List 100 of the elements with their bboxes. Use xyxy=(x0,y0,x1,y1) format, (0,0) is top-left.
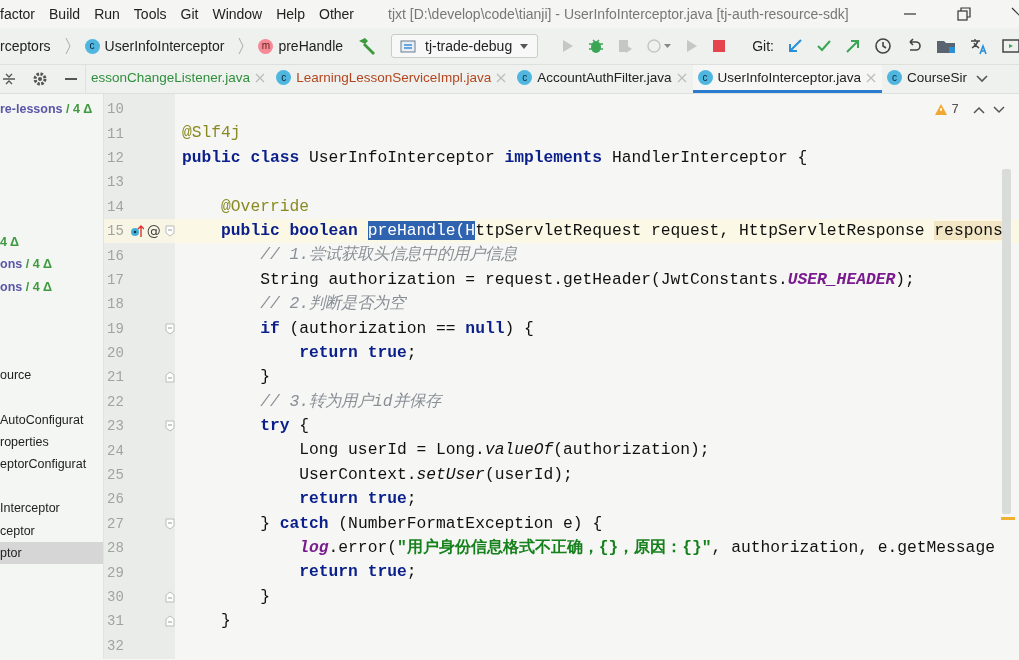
chevron-down-icon[interactable] xyxy=(974,74,989,84)
line-number: 13 xyxy=(107,174,125,191)
line-number: 19 xyxy=(107,320,125,337)
tree-item[interactable]: Interceptor xyxy=(0,497,103,520)
line-number: 32 xyxy=(107,637,125,654)
fold-icon[interactable] xyxy=(165,517,175,530)
line-number: 23 xyxy=(107,418,125,435)
chevron-down-icon[interactable] xyxy=(993,105,1005,114)
fold-icon[interactable] xyxy=(165,322,175,335)
tree-item[interactable]: ons / 4 Δ xyxy=(0,275,103,298)
class-icon: c xyxy=(697,70,713,85)
menu-item[interactable]: Run xyxy=(94,6,120,22)
translate-icon[interactable] xyxy=(969,37,989,55)
line-number: 25 xyxy=(107,467,125,484)
line-number: 30 xyxy=(107,589,125,605)
line-number: 28 xyxy=(107,540,125,557)
bug-icon[interactable] xyxy=(588,38,605,54)
clock-icon[interactable] xyxy=(874,37,892,55)
menu-item[interactable]: Tools xyxy=(133,6,167,22)
line-number: 14 xyxy=(107,198,125,215)
method-icon: m xyxy=(258,38,274,54)
code-line: log.error("用户身份信息格式不正确，{}，原因：{}", authorization, e.getMessage xyxy=(298,537,995,560)
code-line: } xyxy=(220,610,231,633)
code-line: } catch (NumberFormatException e) { xyxy=(259,512,603,535)
window-title: tjxt [D:\develop\code\tianji] - UserInfoInterceptor.java [tj-auth-resource-sdk] xyxy=(388,6,849,22)
line-number: 18 xyxy=(107,296,125,313)
run-config-dropdown[interactable]: tj-trade-debug xyxy=(391,34,539,58)
code-line: return true; xyxy=(298,488,417,511)
fold-icon[interactable] xyxy=(165,591,175,603)
config-icon xyxy=(400,38,419,54)
tree-item[interactable]: ons / 4 Δ xyxy=(0,253,103,276)
class-icon: c xyxy=(276,70,292,85)
code-line: return true; xyxy=(298,561,417,584)
line-number: 24 xyxy=(107,442,125,459)
fold-icon[interactable] xyxy=(165,371,175,384)
code-line: // 2.判断是否为空 xyxy=(259,293,405,316)
caret-icon xyxy=(519,42,530,50)
tree-item[interactable]: ptor xyxy=(0,541,103,564)
line-number: 26 xyxy=(107,491,125,508)
breadcrumb[interactable]: c UserInfoInterceptor xyxy=(84,38,225,54)
tree-item[interactable]: eptorConfigurat xyxy=(0,453,103,476)
line-number: 29 xyxy=(107,564,125,581)
breadcrumb[interactable]: rceptors xyxy=(0,38,51,54)
menu-item[interactable]: Help xyxy=(276,6,305,22)
tree-item[interactable]: ource xyxy=(0,364,103,387)
warning-icon[interactable] xyxy=(934,103,949,116)
editor-tab[interactable]: c LearningLessonServiceImpl.java xyxy=(271,65,513,93)
code-line: public boolean preHandle(HttpServletRequest request, HttpServletResponse respons xyxy=(220,219,1003,242)
git-label: Git: xyxy=(752,38,774,54)
editor-tab[interactable]: c AccountAuthFilter.java xyxy=(512,65,693,93)
tree-item[interactable]: AutoConfigurat xyxy=(0,408,103,431)
line-number: 10 xyxy=(107,101,125,118)
arrow-up-right-icon[interactable] xyxy=(845,38,861,54)
fold-icon[interactable] xyxy=(165,420,175,433)
menu-item[interactable]: Build xyxy=(49,6,81,22)
line-number: 31 xyxy=(107,613,125,630)
code-line: return true; xyxy=(298,341,417,364)
line-number: 12 xyxy=(107,149,125,166)
warning-marker xyxy=(1001,517,1015,520)
editor-tab[interactable]: c UserInfoInterceptor.java xyxy=(692,65,882,93)
line-number: 17 xyxy=(107,271,125,288)
menu-item[interactable]: Git xyxy=(180,6,199,22)
code-line: String authorization = request.getHeader(JwtConstants.USER_HEADER); xyxy=(259,268,915,291)
arrow-down-left-icon[interactable] xyxy=(787,38,803,54)
folder-icon[interactable] xyxy=(936,38,956,54)
tree-item[interactable]: re-lessons / 4 Δ xyxy=(0,98,103,121)
editor-tab[interactable]: c CourseSir xyxy=(881,65,973,93)
profiler-icon[interactable] xyxy=(646,38,673,54)
implements-icon[interactable] xyxy=(129,224,144,239)
line-number: 20 xyxy=(107,345,125,362)
coverage-icon[interactable] xyxy=(617,38,634,54)
settings-icon[interactable] xyxy=(32,71,48,87)
menu-item[interactable]: Window xyxy=(212,6,263,22)
restore-icon[interactable] xyxy=(957,7,971,21)
warning-count: 7 xyxy=(951,102,959,117)
breadcrumb[interactable]: m preHandle xyxy=(258,38,344,54)
checkmark-icon[interactable] xyxy=(816,38,832,54)
scrollbar[interactable] xyxy=(1002,169,1011,514)
line-number: 22 xyxy=(107,393,125,410)
fold-icon[interactable] xyxy=(165,615,175,628)
stop-icon[interactable] xyxy=(712,39,727,53)
tree-item[interactable]: roperties xyxy=(0,430,103,453)
menu-item[interactable]: Other xyxy=(319,6,355,22)
fold-icon[interactable] xyxy=(165,225,175,238)
class-icon: c xyxy=(517,70,533,85)
annotation-marker[interactable]: @ xyxy=(146,223,161,240)
code-line: } xyxy=(259,585,270,608)
collapse-icon[interactable] xyxy=(2,72,16,86)
menu-item[interactable]: factor xyxy=(0,6,35,22)
code-line: @Slf4j xyxy=(182,122,241,145)
code-line: // 1.尝试获取头信息中的用户信息 xyxy=(259,244,517,267)
chevron-icon xyxy=(237,36,246,56)
terminal-icon[interactable] xyxy=(1002,38,1019,54)
line-number: 27 xyxy=(107,515,125,532)
tree-item[interactable]: ceptor xyxy=(0,519,103,542)
editor-tab[interactable]: essonChangeListener.java xyxy=(86,65,272,93)
line-number: 21 xyxy=(107,369,125,386)
code-line: try { xyxy=(259,415,310,438)
line-number: 16 xyxy=(107,247,125,264)
chevron-up-icon[interactable] xyxy=(973,105,985,114)
